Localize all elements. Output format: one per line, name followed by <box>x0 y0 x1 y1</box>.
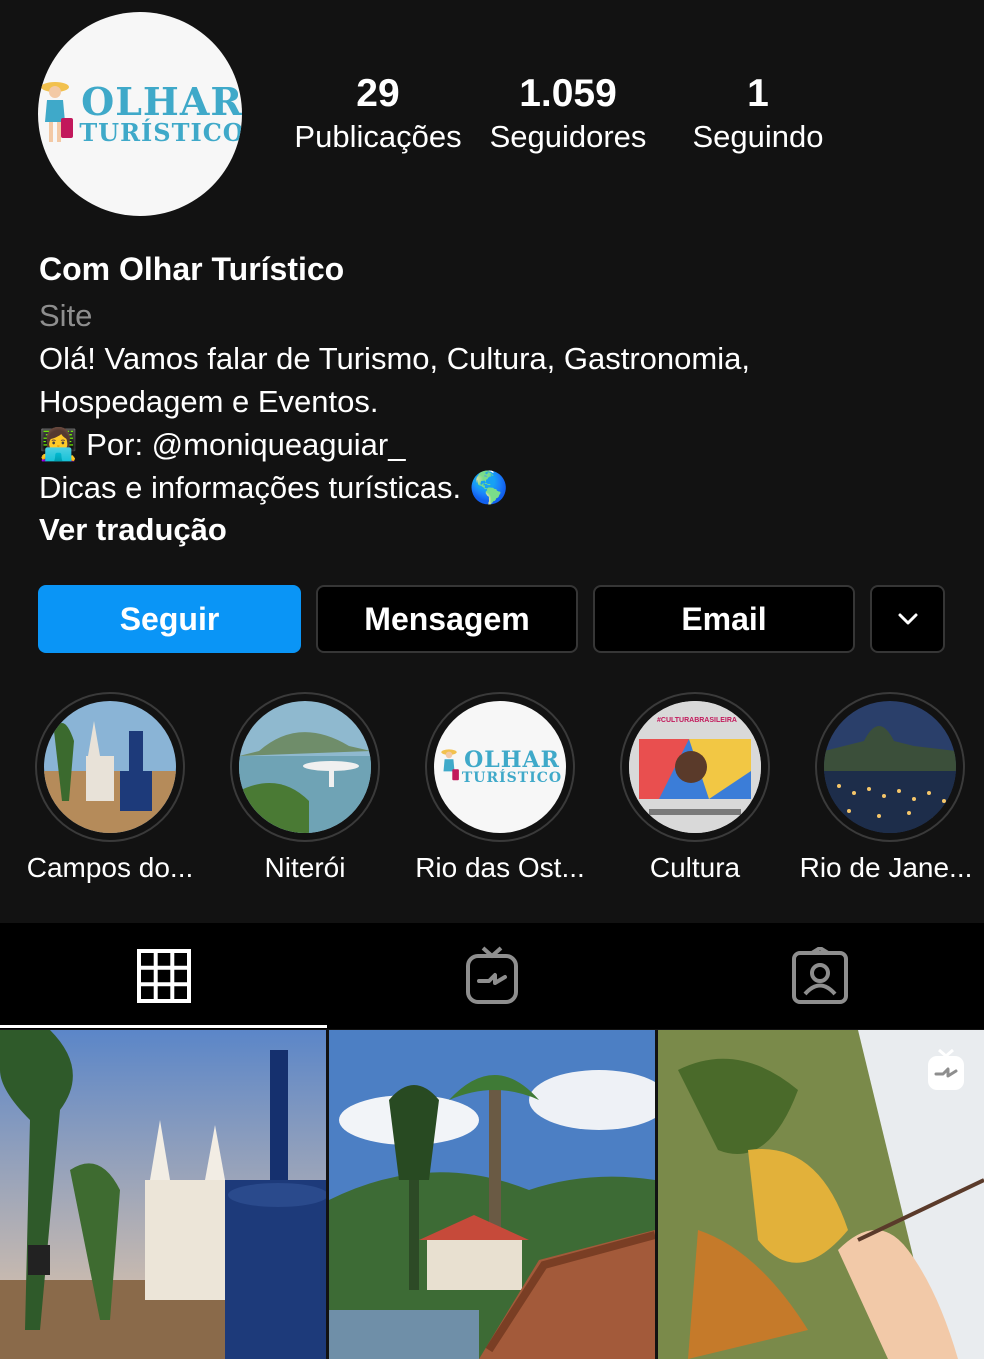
stat-posts[interactable]: 29 Publicações <box>288 70 468 156</box>
highlight-label: Cultura <box>649 852 741 883</box>
chevron-down-icon <box>898 613 917 625</box>
posts-count: 29 <box>356 72 400 115</box>
brand-logo: OLHAR TURÍSTICO <box>38 78 242 150</box>
highlight-rio-das-ostras[interactable]: OLHAR TURÍSTICO <box>425 692 575 842</box>
post-thumbnail[interactable] <box>329 1030 655 1359</box>
logo-line-2: TURÍSTICO <box>79 118 242 147</box>
highlight-label: Campos do... <box>26 852 194 883</box>
logo-line-1: OLHAR <box>464 747 560 773</box>
highlight-label: Niterói <box>264 852 346 883</box>
following-label: Seguindo <box>692 119 824 154</box>
logo-line-2: TURÍSTICO <box>461 770 563 786</box>
following-count: 1 <box>747 72 769 115</box>
post-thumbnail[interactable] <box>0 1030 326 1359</box>
profile-category: Site <box>39 298 93 333</box>
post-thumbnail[interactable] <box>658 1030 984 1359</box>
stat-followers[interactable]: 1.059 Seguidores <box>478 70 658 156</box>
tab-posts-grid[interactable] <box>0 923 328 1029</box>
highlight-niteroi[interactable] <box>230 692 380 842</box>
highlight-label: Rio das Ost... <box>415 852 585 883</box>
email-button[interactable]: Email <box>593 585 855 653</box>
igtv-icon <box>466 946 518 1004</box>
followers-label: Seguidores <box>489 119 647 154</box>
tagged-icon <box>792 947 848 1004</box>
bio-line: Dicas e informações turísticas. 🌎 <box>39 470 509 505</box>
tab-tagged[interactable] <box>656 923 984 1029</box>
logo-line-1: OLHAR <box>81 79 242 124</box>
followers-count: 1.059 <box>519 72 617 115</box>
highlight-label: Rio de Jane... <box>799 852 973 883</box>
highlight-thumb <box>824 701 956 833</box>
highlight-rio-de-janeiro[interactable] <box>815 692 965 842</box>
highlight-thumb <box>44 701 176 833</box>
more-options-button[interactable] <box>870 585 945 653</box>
stat-following[interactable]: 1 Seguindo <box>668 70 848 156</box>
profile-avatar[interactable]: OLHAR TURÍSTICO <box>38 12 242 216</box>
active-tab-indicator <box>0 1025 327 1028</box>
bio-line-mention[interactable]: 👩‍💻 Por: @moniqueaguiar_ <box>39 423 405 466</box>
highlight-thumb: OLHAR TURÍSTICO <box>434 701 566 833</box>
bio-line: Olá! Vamos falar de Turismo, Cultura, Ga… <box>39 341 750 376</box>
bio-line: Hospedagem e Eventos. <box>39 384 379 419</box>
highlight-campos[interactable] <box>35 692 185 842</box>
translate-link[interactable]: Ver tradução <box>39 508 227 551</box>
traveler-figure-icon <box>41 82 74 142</box>
traveler-figure-icon <box>441 749 459 781</box>
tab-igtv[interactable] <box>328 923 656 1029</box>
highlight-badge: #CULTURABRASILEIRA <box>657 717 737 724</box>
follow-button[interactable]: Seguir <box>38 585 301 653</box>
igtv-badge-icon <box>928 1048 964 1090</box>
grid-icon <box>137 949 191 1003</box>
posts-label: Publicações <box>294 119 462 154</box>
profile-name: Com Olhar Turístico <box>39 251 345 287</box>
message-button[interactable]: Mensagem <box>316 585 578 653</box>
highlight-cultura[interactable]: #CULTURABRASILEIRA <box>620 692 770 842</box>
highlight-thumb: #CULTURABRASILEIRA <box>629 701 761 833</box>
highlight-thumb <box>239 701 371 833</box>
